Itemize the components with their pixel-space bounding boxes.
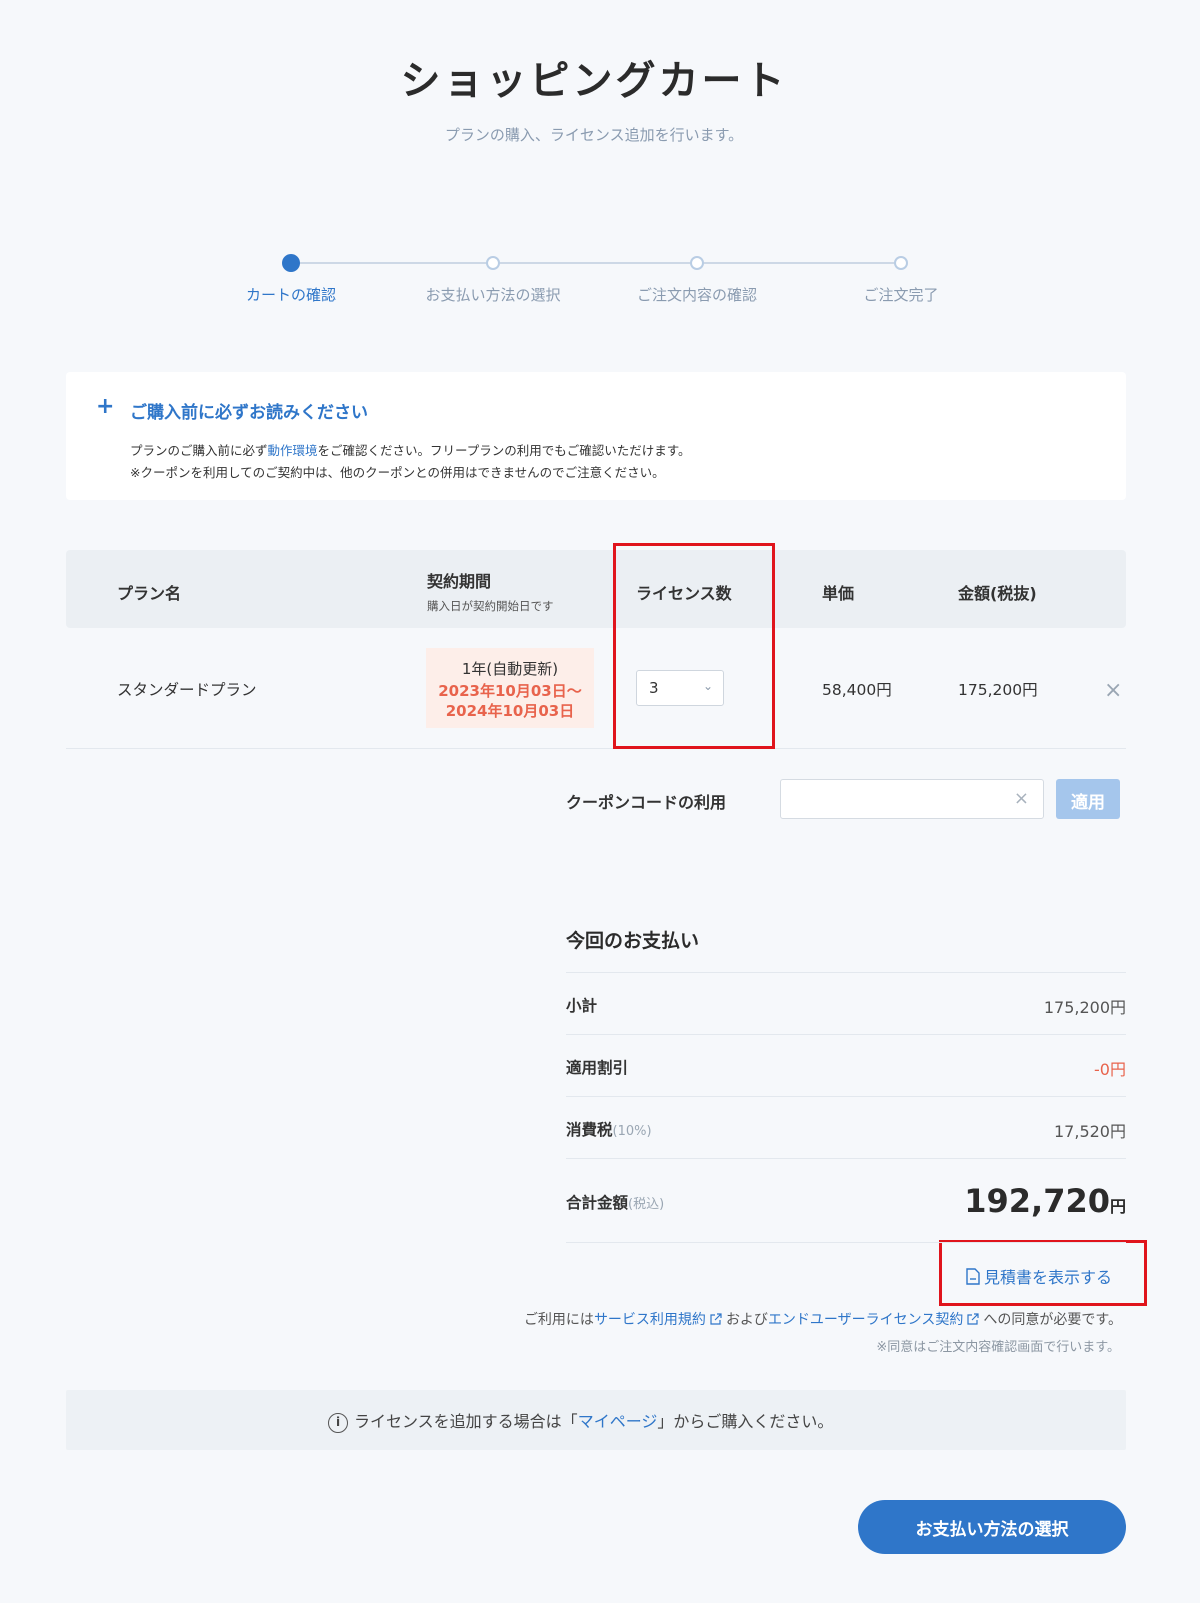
terms-agreement-text: ご利用にはサービス利用規約 およびエンドユーザーライセンス契約 への同意が必要です。 — [524, 1309, 1122, 1329]
notice-panel: + ご購入前に必ずお読みください プランのご購入前に必ず動作環境をご確認ください… — [66, 372, 1126, 500]
info-text-after: 」からご購入ください。 — [657, 1412, 834, 1431]
notice-line-1: プランのご購入前に必ず動作環境をご確認ください。フリープランの利用でもご確認いた… — [130, 440, 691, 459]
notice-line-1-text: プランのご購入前に必ず — [130, 443, 268, 458]
mypage-link[interactable]: マイページ — [578, 1412, 658, 1431]
coupon-code-input[interactable]: × — [780, 779, 1044, 819]
coupon-apply-button[interactable]: 適用 — [1056, 779, 1120, 819]
total-amount: 192,720 — [964, 1182, 1110, 1220]
step-dot-2 — [486, 256, 500, 270]
info-message: i ライセンスを追加する場合は「マイページ」からご購入ください。 — [328, 1408, 833, 1433]
step-label-payment-method: お支払い方法の選択 — [425, 286, 561, 304]
header-plan-name: プラン名 — [117, 584, 182, 603]
period-start: 2023年10月03日～ — [438, 682, 582, 700]
expand-plus-icon[interactable]: + — [96, 394, 114, 419]
coupon-label: クーポンコードの利用 — [566, 793, 727, 812]
subtotal-label: 小計 — [566, 997, 598, 1015]
terms-middle: および — [725, 1312, 768, 1328]
step-label-cart: カートの確認 — [245, 286, 336, 304]
total-label: 合計金額(税込) — [566, 1191, 664, 1213]
select-payment-method-button[interactable]: お支払い方法の選択 — [858, 1500, 1126, 1554]
terms-prefix: ご利用には — [523, 1312, 594, 1328]
summary-divider — [566, 1034, 1126, 1035]
total-unit: 円 — [1109, 1197, 1126, 1216]
tax-label-text: 消費税 — [566, 1121, 613, 1139]
step-label-order-review: ご注文内容の確認 — [636, 286, 757, 304]
terms-note: ※同意はご注文内容確認画面で行います。 — [876, 1340, 1120, 1355]
remove-item-close-icon[interactable]: × — [1104, 678, 1122, 703]
summary-divider — [566, 1096, 1126, 1097]
step-label-complete: ご注文完了 — [863, 286, 939, 304]
step-dot-4 — [894, 256, 908, 270]
row-divider — [66, 748, 1126, 749]
total-tax-note: (税込) — [628, 1197, 665, 1212]
summary-divider — [566, 1158, 1126, 1159]
tax-rate: (10%) — [612, 1124, 652, 1139]
discount-value: -0円 — [1094, 1060, 1126, 1079]
view-quote-link[interactable]: 見積書を表示する — [966, 1264, 1112, 1289]
info-bar: i ライセンスを追加する場合は「マイページ」からご購入ください。 — [66, 1390, 1126, 1450]
tax-label: 消費税(10%) — [566, 1118, 652, 1140]
contract-period-box: 1年(自動更新) 2023年10月03日～ 2024年10月03日 — [426, 648, 594, 728]
total-value: 192,720円 — [964, 1182, 1126, 1220]
header-contract-period: 契約期間 — [427, 572, 492, 591]
tax-value: 17,520円 — [1054, 1122, 1126, 1141]
period-end: 2024年10月03日 — [445, 702, 575, 720]
payment-summary-title: 今回のお支払い — [566, 930, 700, 952]
discount-label: 適用割引 — [566, 1059, 629, 1077]
external-link-icon — [967, 1313, 979, 1329]
license-count-highlight — [613, 543, 775, 749]
header-contract-period-note: 購入日が契約開始日です — [427, 599, 554, 613]
system-requirements-link[interactable]: 動作環境 — [268, 443, 318, 458]
info-text-before: ライセンスを追加する場合は「 — [354, 1412, 578, 1431]
row-unit-price: 58,400円 — [822, 681, 892, 699]
terms-of-service-link[interactable]: サービス利用規約 — [594, 1312, 706, 1328]
view-quote-label: 見積書を表示する — [984, 1268, 1113, 1287]
notice-title[interactable]: ご購入前に必ずお読みください — [130, 398, 368, 423]
notice-line-2: ※クーポンを利用してのご契約中は、他のクーポンとの併用はできませんのでご注意くだ… — [130, 465, 665, 480]
clear-close-icon[interactable]: × — [1014, 788, 1029, 809]
step-dot-3 — [690, 256, 704, 270]
header-unit-price: 単価 — [822, 584, 855, 603]
header-amount: 金額(税抜) — [958, 584, 1037, 603]
period-type: 1年(自動更新) — [461, 660, 559, 678]
page-subtitle: プランの購入、ライセンス追加を行います。 — [444, 126, 744, 144]
terms-suffix: への同意が必要です。 — [983, 1312, 1122, 1328]
document-icon — [966, 1268, 980, 1289]
row-plan-name: スタンダードプラン — [117, 681, 257, 699]
subtotal-value: 175,200円 — [1043, 998, 1126, 1017]
step-dot-1 — [282, 254, 300, 272]
row-amount: 175,200円 — [958, 681, 1038, 699]
info-icon: i — [328, 1413, 348, 1433]
steps-progress-line — [290, 262, 902, 264]
eula-link[interactable]: エンドユーザーライセンス契約 — [768, 1312, 963, 1328]
summary-divider — [566, 1242, 1126, 1243]
total-label-text: 合計金額 — [566, 1194, 629, 1212]
external-link-icon — [710, 1313, 722, 1329]
notice-line-1-tail: をご確認ください。フリープランの利用でもご確認いただけます。 — [317, 443, 691, 458]
page-title: ショッピングカート — [400, 58, 788, 104]
summary-divider — [566, 972, 1126, 973]
